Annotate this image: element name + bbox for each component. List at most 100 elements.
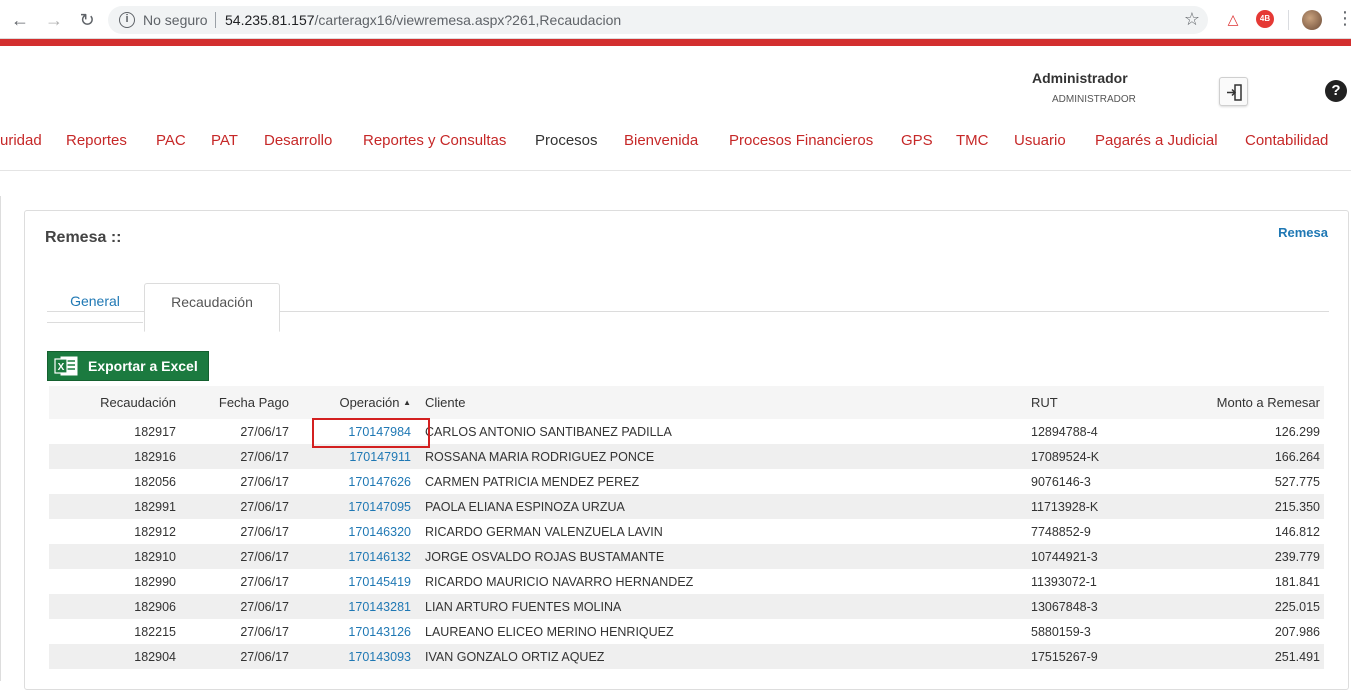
menu-item-pac[interactable]: PAC xyxy=(156,132,186,149)
cell-monto: 146.812 xyxy=(1274,524,1320,539)
menu-item-bienvenida[interactable]: Bienvenida xyxy=(624,132,698,149)
cell-rut: 9076146-3 xyxy=(1031,474,1091,489)
cell-operacion: 170143126 xyxy=(289,619,411,644)
left-border xyxy=(0,196,1,681)
cell-monto: 215.350 xyxy=(1201,494,1324,519)
url-text[interactable]: 54.235.81.157/carteragx16/viewremesa.asp… xyxy=(225,12,621,28)
col-fecha-pago[interactable]: Fecha Pago xyxy=(176,386,289,419)
help-icon[interactable]: ? xyxy=(1325,80,1347,102)
browser-toolbar: ← → ↻ i No seguro 54.235.81.157/carterag… xyxy=(0,0,1351,39)
cell-recaudacion: 182916 xyxy=(49,444,176,469)
table-row: 182906 27/06/17 170143281 LIAN ARTURO FUENT… xyxy=(49,594,1324,619)
cell-monto: 527.775 xyxy=(1274,474,1320,489)
url-path: /carteragx16/viewremesa.aspx?261,Recauda… xyxy=(314,12,622,28)
menu-item-reportes-consultas[interactable]: Reportes y Consultas xyxy=(363,132,506,149)
cell-monto: 207.986 xyxy=(1274,624,1320,639)
cell-operacion: 170147911 xyxy=(289,444,411,469)
cell-recaudacion: 182215 xyxy=(134,624,176,639)
reload-icon[interactable]: ↻ xyxy=(75,8,99,32)
cell-rut: 17515267-9 xyxy=(1031,644,1201,669)
cell-recaudacion: 182906 xyxy=(49,594,176,619)
cell-fecha-pago: 27/06/17 xyxy=(240,474,289,489)
operacion-link[interactable]: 170147095 xyxy=(348,500,411,514)
menu-item-seguridad[interactable]: uridad xyxy=(0,132,42,149)
back-arrow-icon[interactable]: ← xyxy=(8,8,32,32)
user-name: Administrador xyxy=(1032,70,1128,86)
col-rut[interactable]: RUT xyxy=(1031,386,1201,419)
table-row: 182991 27/06/17 170147095 PAOLA ELIANA ESPI… xyxy=(49,494,1324,519)
remesa-link[interactable]: Remesa xyxy=(1278,225,1328,240)
cell-fecha-pago: 27/06/17 xyxy=(240,524,289,539)
cell-rut: 11393072-1 xyxy=(1031,574,1097,589)
col-operacion[interactable]: Operación ▲ xyxy=(289,386,411,419)
menu-item-usuario[interactable]: Usuario xyxy=(1014,132,1066,149)
cell-rut: 10744921-3 xyxy=(1031,544,1201,569)
cell-cliente: PAOLA ELIANA ESPINOZA URZUA xyxy=(411,494,1031,519)
table-header-row: Recaudación Fecha Pago Operación ▲ Clien… xyxy=(49,386,1324,419)
cell-operacion: 170147095 xyxy=(289,494,411,519)
table-body: 182917 27/06/17 170147984 CARLOS ANTONIO SA… xyxy=(49,419,1324,669)
operacion-link[interactable]: 170146132 xyxy=(348,550,411,564)
export-excel-label: Exportar a Excel xyxy=(88,358,198,374)
table-row: 182916 27/06/17 170147911 ROSSANA MARIA ROD… xyxy=(49,444,1324,469)
cell-recaudacion: 182910 xyxy=(49,544,176,569)
menu-item-procesos-financieros[interactable]: Procesos Financieros xyxy=(729,132,873,149)
col-monto[interactable]: Monto a Remesar xyxy=(1201,386,1324,419)
svg-text:X: X xyxy=(58,362,65,373)
cell-monto: 225.015 xyxy=(1201,594,1324,619)
remesa-panel: Remesa :: Remesa General Recaudación X E… xyxy=(24,210,1349,690)
menu-item-tmc[interactable]: TMC xyxy=(956,132,989,149)
cell-recaudacion: 182904 xyxy=(49,644,176,669)
operacion-link[interactable]: 170143093 xyxy=(348,650,411,664)
cell-cliente: ROSSANA MARIA RODRIGUEZ PONCE xyxy=(411,444,1031,469)
menu-item-desarrollo[interactable]: Desarrollo xyxy=(264,132,332,149)
cell-recaudacion: 182991 xyxy=(49,494,176,519)
cell-rut: 12894788-4 xyxy=(1031,424,1098,439)
menu-item-reportes[interactable]: Reportes xyxy=(66,132,127,149)
col-recaudacion[interactable]: Recaudación xyxy=(49,386,176,419)
logout-button[interactable] xyxy=(1219,77,1248,106)
red-extension-icon[interactable]: 4B xyxy=(1256,10,1274,28)
menu-item-contabilidad[interactable]: Contabilidad xyxy=(1245,132,1328,149)
operacion-link[interactable]: 170147911 xyxy=(349,450,411,464)
cell-operacion: 170147626 xyxy=(289,469,411,494)
export-excel-button[interactable]: X Exportar a Excel xyxy=(47,351,209,381)
cell-operacion: 170146132 xyxy=(289,544,411,569)
operacion-link[interactable]: 170143126 xyxy=(348,625,411,639)
operacion-link[interactable]: 170146320 xyxy=(348,525,411,539)
tab-recaudacion[interactable]: Recaudación xyxy=(144,283,280,332)
url-host: 54.235.81.157 xyxy=(225,12,315,28)
table-row: 182904 27/06/17 170143093 IVAN GONZALO ORTI… xyxy=(49,644,1324,669)
operacion-link[interactable]: 170147984 xyxy=(348,425,411,439)
cell-monto: 239.779 xyxy=(1201,544,1324,569)
cell-rut: 13067848-3 xyxy=(1031,594,1201,619)
bookmark-star-icon[interactable]: ☆ xyxy=(1184,9,1200,30)
menu-item-pat[interactable]: PAT xyxy=(211,132,238,149)
cell-cliente: RICARDO GERMAN VALENZUELA LAVIN xyxy=(425,524,663,539)
info-icon[interactable]: i xyxy=(119,12,135,28)
forward-arrow-icon[interactable]: → xyxy=(42,8,66,32)
browser-menu-icon[interactable]: ⋮ xyxy=(1336,8,1351,29)
brand-stripe xyxy=(0,39,1351,46)
cell-fecha-pago: 27/06/17 xyxy=(176,544,289,569)
profile-avatar[interactable] xyxy=(1302,10,1322,30)
user-role: ADMINISTRADOR xyxy=(1052,94,1136,105)
cell-operacion: 170146320 xyxy=(289,519,411,544)
toolbar-divider xyxy=(1288,10,1289,30)
menu-item-gps[interactable]: GPS xyxy=(901,132,933,149)
operacion-link[interactable]: 170145419 xyxy=(348,575,411,589)
cell-cliente: LIAN ARTURO FUENTES MOLINA xyxy=(411,594,1031,619)
cell-rut: 17089524-K xyxy=(1031,444,1201,469)
operacion-link[interactable]: 170147626 xyxy=(348,475,411,489)
operacion-link[interactable]: 170143281 xyxy=(348,600,411,614)
tab-general[interactable]: General xyxy=(47,283,143,323)
cell-fecha-pago: 27/06/17 xyxy=(240,574,289,589)
menu-item-pagares-judicial[interactable]: Pagarés a Judicial xyxy=(1095,132,1218,149)
col-cliente[interactable]: Cliente xyxy=(411,386,1031,419)
address-bar[interactable]: i No seguro 54.235.81.157/carteragx16/vi… xyxy=(108,6,1208,34)
pdf-extension-icon[interactable]: △ xyxy=(1224,10,1242,28)
cell-recaudacion: 182917 xyxy=(134,424,176,439)
cell-cliente: CARMEN PATRICIA MENDEZ PEREZ xyxy=(425,474,640,489)
cell-cliente: CARLOS ANTONIO SANTIBANEZ PADILLA xyxy=(425,424,672,439)
menu-item-procesos[interactable]: Procesos xyxy=(535,132,598,149)
